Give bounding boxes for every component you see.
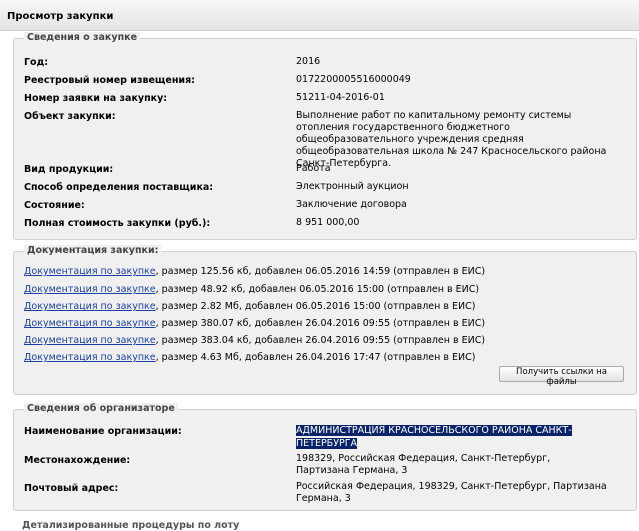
page-title-bar: Просмотр закупки	[0, 0, 639, 31]
doc-info: , размер 380.07 кб, добавлен 26.04.2016 …	[155, 318, 486, 329]
doc-link[interactable]: Документация по закупке	[24, 266, 156, 277]
get-file-links-button[interactable]: Получить ссылки на файлы	[499, 366, 624, 387]
year-label: Год:	[24, 57, 49, 68]
doc-info: , размер 4.63 Мб, добавлен 26.04.2016 17…	[155, 352, 476, 363]
postal-address-value: Российская Федерация, 198329, Санкт-Пете…	[296, 481, 607, 504]
doc-item: Документация по закупке, размер 380.07 к…	[24, 318, 485, 329]
doc-info: , размер 383.04 кб, добавлен 26.04.2016 …	[155, 335, 486, 346]
request-number-value: 51211-04-2016-01	[296, 92, 385, 103]
doc-item: Документация по закупке, размер 4.63 Мб,…	[24, 352, 475, 363]
registry-number-value: 0172200005516000049	[296, 74, 411, 85]
postal-address-label: Почтовый адрес:	[24, 483, 119, 494]
purchase-object-value: Выполнение работ по капитальному ремонту…	[296, 110, 607, 169]
doc-link[interactable]: Документация по закупке	[24, 318, 156, 329]
purchase-info-legend: Сведения о закупке	[24, 32, 141, 44]
page-title: Просмотр закупки	[7, 11, 114, 22]
purchase-object-label: Объект закупки:	[24, 111, 116, 122]
supplier-method-label: Способ определения поставщика:	[24, 182, 214, 193]
doc-item: Документация по закупке, размер 2.82 Мб,…	[24, 301, 475, 312]
doc-item: Документация по закупке, размер 125.56 к…	[24, 266, 485, 277]
doc-item: Документация по закупке, размер 48.92 кб…	[24, 284, 479, 295]
organizer-section: Сведения об организаторе Наименование ор…	[13, 403, 637, 511]
doc-info: , размер 48.92 кб, добавлен 06.05.2016 1…	[155, 284, 480, 295]
documentation-legend: Документация закупки:	[24, 245, 162, 257]
doc-info: , размер 125.56 кб, добавлен 06.05.2016 …	[155, 266, 486, 277]
product-type-label: Вид продукции:	[24, 164, 114, 175]
organization-name-value: АДМИНИСТРАЦИЯ КРАСНОСЕЛЬСКОГО РАЙОНА САН…	[296, 424, 586, 450]
location-label: Местонахождение:	[24, 455, 131, 466]
state-label: Состояние:	[24, 200, 85, 211]
doc-info: , размер 2.82 Мб, добавлен 06.05.2016 15…	[155, 301, 476, 312]
documentation-section: Документация закупки: Документация по за…	[13, 245, 637, 395]
product-type-value: Работа	[296, 163, 331, 174]
doc-link[interactable]: Документация по закупке	[24, 284, 156, 295]
doc-link[interactable]: Документация по закупке	[24, 301, 156, 312]
request-number-label: Номер заявки на закупку:	[24, 93, 168, 104]
registry-number-label: Реестровый номер извещения:	[24, 75, 195, 86]
purchase-info-section: Сведения о закупке Год: 2016 Реестровый …	[13, 32, 637, 240]
year-value: 2016	[296, 56, 321, 67]
doc-item: Документация по закупке, размер 383.04 к…	[24, 335, 485, 346]
total-cost-value: 8 951 000,00	[296, 217, 360, 228]
doc-link[interactable]: Документация по закупке	[24, 352, 156, 363]
location-value: 198329, Российская Федерация, Санкт-Пете…	[296, 453, 551, 476]
doc-link[interactable]: Документация по закупке	[24, 335, 156, 346]
organization-name-label: Наименование организации:	[24, 426, 182, 437]
lot-procedures-legend: Детализированные процедуры по лоту	[22, 520, 240, 531]
supplier-method-value: Электронный аукцион	[296, 181, 409, 192]
total-cost-label: Полная стоимость закупки (руб.):	[24, 218, 211, 229]
state-value: Заключение договора	[296, 199, 407, 210]
organization-name-text: АДМИНИСТРАЦИЯ КРАСНОСЕЛЬСКОГО РАЙОНА САН…	[296, 425, 572, 449]
organizer-legend: Сведения об организаторе	[24, 403, 178, 415]
